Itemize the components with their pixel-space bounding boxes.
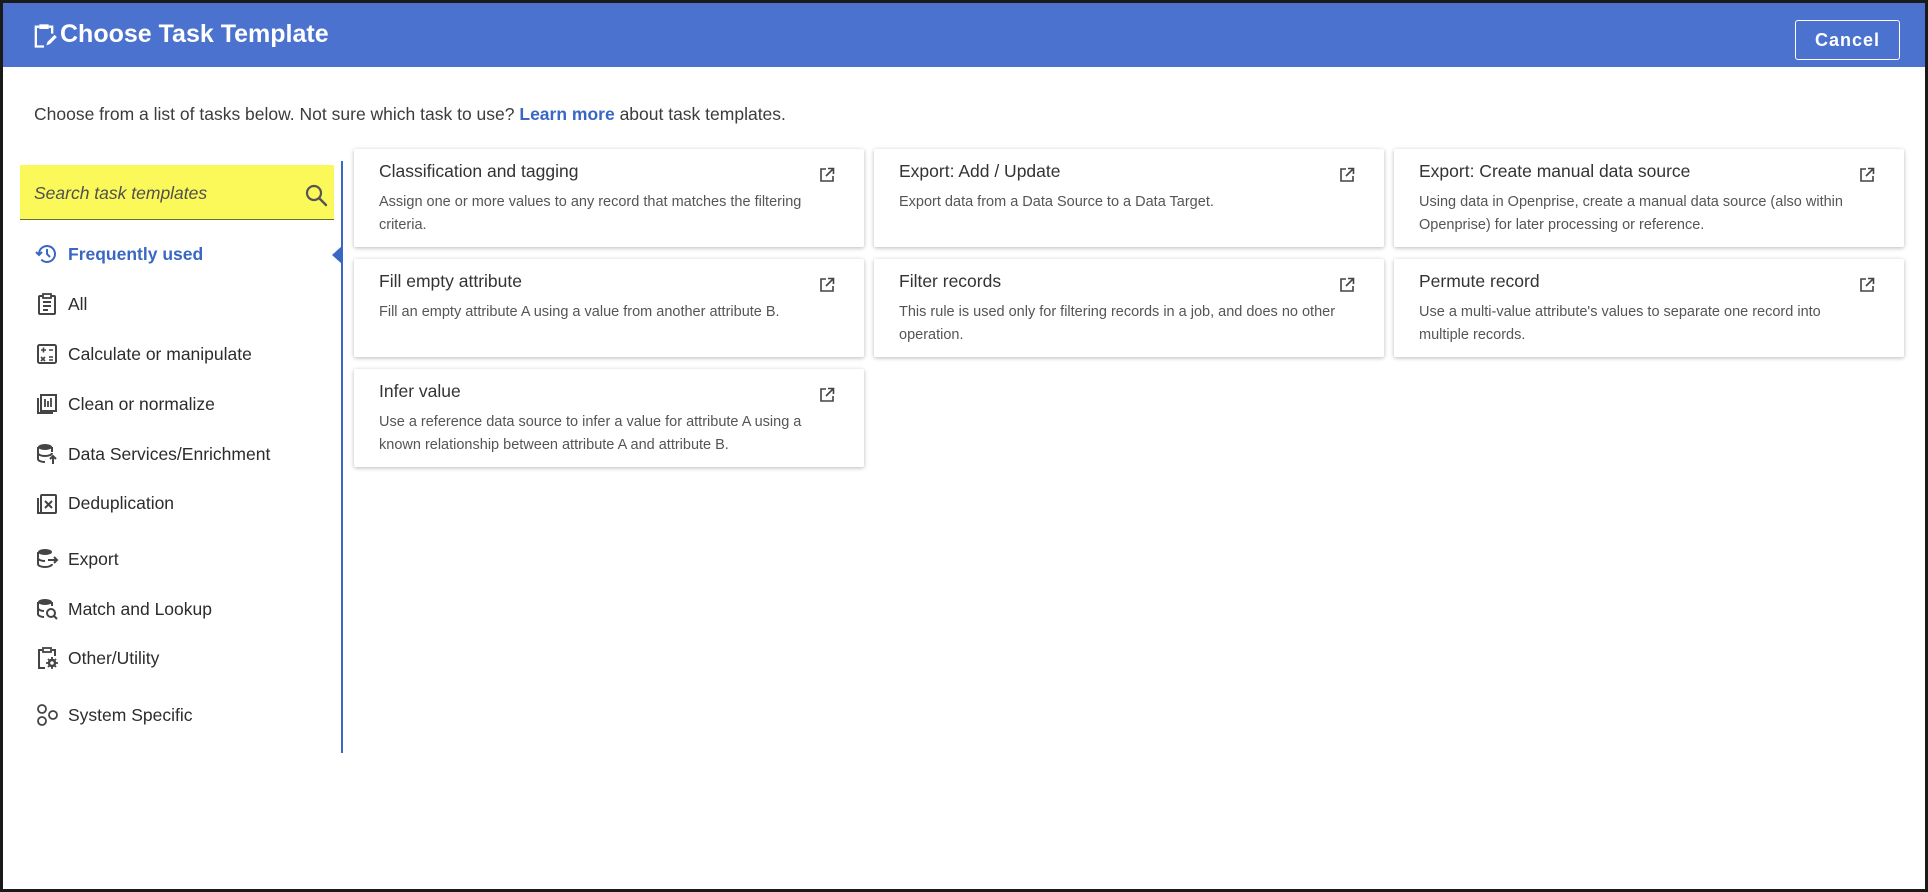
database-search-icon (37, 599, 58, 620)
history-icon (35, 245, 56, 263)
list-broom-icon (37, 394, 57, 414)
open-external-icon[interactable] (1859, 277, 1875, 293)
nav-item-frequently-used[interactable]: Frequently used (35, 239, 203, 269)
nav-item-label: Match and Lookup (68, 598, 212, 619)
nav-item-deduplication[interactable]: Deduplication (35, 488, 174, 518)
learn-more-link[interactable]: Learn more (519, 104, 614, 124)
clipboard-list-icon (38, 293, 56, 315)
dialog-title: Choose Task Template (60, 20, 329, 48)
database-export-icon (37, 549, 59, 569)
task-card-permute-record[interactable]: Permute record Use a multi-value attribu… (1394, 259, 1904, 357)
nav-item-label: Deduplication (68, 492, 175, 513)
intro-text-before: Choose from a list of tasks below. Not s… (34, 104, 515, 124)
open-external-icon[interactable] (819, 167, 835, 183)
task-card-export-create-manual-data-source[interactable]: Export: Create manual data source Using … (1394, 149, 1904, 247)
nav-item-match-and-lookup[interactable]: Match and Lookup (35, 594, 212, 624)
nav-item-clean-or-normalize[interactable]: Clean or normalize (35, 389, 215, 419)
shapes-icon (37, 704, 58, 726)
card-description: This rule is used only for filtering rec… (899, 304, 1336, 343)
open-external-icon[interactable] (1339, 167, 1355, 183)
intro-text: Choose from a list of tasks below. Not s… (34, 104, 786, 125)
card-description: Export data from a Data Source to a Data… (899, 194, 1214, 210)
nav-item-all[interactable]: All (35, 289, 87, 319)
open-external-icon[interactable] (819, 277, 835, 293)
card-description: Use a reference data source to infer a v… (379, 414, 802, 453)
nav-item-data-services-enrichment[interactable]: Data Services/Enrichment (35, 439, 270, 469)
card-title: Classification and tagging (379, 161, 579, 181)
open-external-icon[interactable] (1859, 167, 1875, 183)
card-description: Using data in Openprise, create a manual… (1419, 194, 1843, 233)
card-title: Export: Create manual data source (1419, 161, 1691, 181)
card-title: Export: Add / Update (899, 161, 1061, 181)
card-title: Fill empty attribute (379, 271, 522, 291)
task-card-infer-value[interactable]: Infer value Use a reference data source … (354, 369, 864, 467)
choose-task-template-dialog: Choose Task Template Cancel Choose from … (3, 3, 1925, 889)
nav-item-label: Frequently used (68, 243, 204, 264)
nav-item-label: Other/Utility (68, 647, 160, 668)
task-card-fill-empty-attribute[interactable]: Fill empty attribute Fill an empty attri… (354, 259, 864, 357)
search-icon[interactable] (304, 183, 328, 207)
task-card-export-add-update[interactable]: Export: Add / Update Export data from a … (874, 149, 1384, 247)
open-external-icon[interactable] (819, 387, 835, 403)
dialog-header: Choose Task Template Cancel (3, 3, 1925, 67)
active-nav-pointer (332, 246, 342, 264)
intro-text-after: about task templates. (619, 104, 786, 124)
clipboard-remove-icon (37, 494, 57, 514)
nav-item-label: Export (68, 548, 119, 569)
nav-item-label: All (68, 293, 88, 314)
card-description: Fill an empty attribute A using a value … (379, 304, 780, 320)
clipboard-gear-icon (38, 647, 58, 669)
nav-item-system-specific[interactable]: System Specific (35, 700, 192, 730)
task-card-classification-and-tagging[interactable]: Classification and tagging Assign one or… (354, 149, 864, 247)
card-title: Infer value (379, 381, 461, 401)
nav-item-calculate-or-manipulate[interactable]: Calculate or manipulate (35, 339, 252, 369)
search-input[interactable] (34, 179, 284, 207)
nav-item-label: System Specific (68, 704, 193, 725)
open-external-icon[interactable] (1339, 277, 1355, 293)
card-title: Permute record (1419, 271, 1540, 291)
database-upload-icon (37, 444, 57, 464)
cancel-button[interactable]: Cancel (1795, 20, 1900, 60)
nav-item-label: Data Services/Enrichment (68, 443, 271, 464)
nav-item-other-utility[interactable]: Other/Utility (35, 643, 159, 673)
card-description: Assign one or more values to any record … (379, 194, 802, 233)
calculator-icon (37, 344, 57, 364)
nav-item-label: Clean or normalize (68, 393, 215, 414)
clipboard-edit-icon (34, 24, 57, 48)
search-box (20, 165, 334, 220)
nav-item-label: Calculate or manipulate (68, 343, 252, 364)
nav-item-export[interactable]: Export (35, 544, 119, 574)
task-card-filter-records[interactable]: Filter records This rule is used only fo… (874, 259, 1384, 357)
card-title: Filter records (899, 271, 1002, 291)
card-description: Use a multi-value attribute's values to … (1419, 304, 1821, 343)
